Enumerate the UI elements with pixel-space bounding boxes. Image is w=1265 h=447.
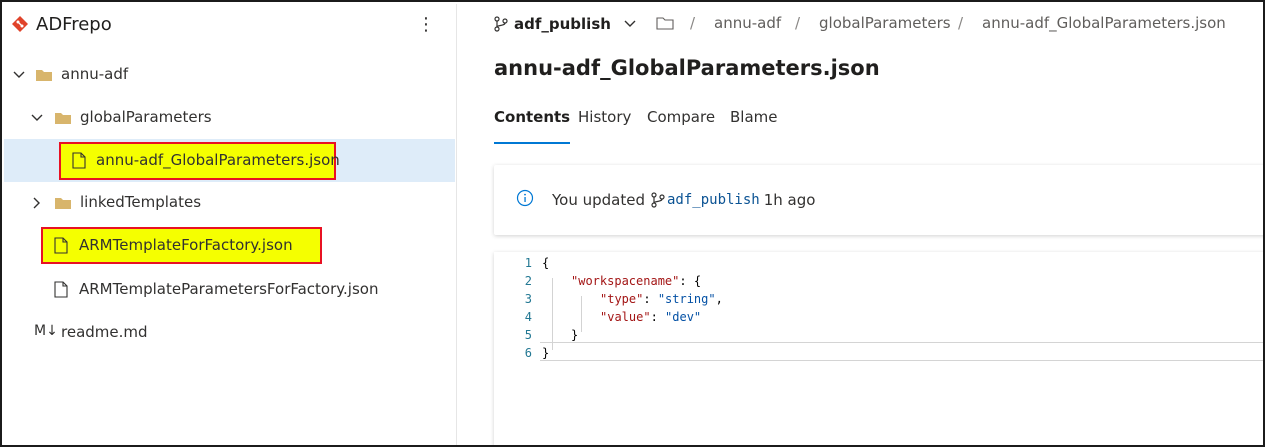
code-line: 1 { bbox=[494, 254, 1263, 272]
tree-item-armtemplateforfactory[interactable]: ARMTemplateForFactory.json bbox=[4, 225, 455, 268]
git-repo-icon bbox=[12, 16, 28, 32]
chevron-down-icon bbox=[624, 20, 636, 27]
json-key: "workspacename" bbox=[571, 274, 680, 288]
json-key: "value" bbox=[600, 310, 651, 324]
code-token: } bbox=[542, 346, 550, 360]
tree-item-linkedtemplates[interactable]: linkedTemplates bbox=[4, 183, 455, 223]
json-value: "dev" bbox=[665, 310, 702, 324]
file-icon bbox=[72, 152, 86, 169]
code-line: 4 "value": "dev" bbox=[494, 308, 1263, 326]
line-number: 1 bbox=[524, 256, 532, 270]
code-token: : bbox=[650, 310, 666, 324]
commit-message: You updated adf_publish 1h ago bbox=[552, 191, 815, 209]
json-key: "type" bbox=[600, 292, 644, 306]
commit-prefix: You updated bbox=[552, 191, 645, 209]
folder-icon bbox=[55, 198, 71, 209]
tab-history[interactable]: History bbox=[578, 108, 631, 144]
tree-item-globalparameters[interactable]: globalParameters bbox=[4, 98, 455, 138]
breadcrumb-item[interactable]: annu-adf_GlobalParameters.json bbox=[982, 14, 1226, 32]
code-line: 2 "workspacename": { bbox=[494, 272, 1263, 290]
code-line: 6 } bbox=[494, 344, 1263, 362]
tree-item-label: annu-adf_GlobalParameters.json bbox=[96, 151, 340, 169]
tree-item-annu-adf[interactable]: annu-adf bbox=[4, 55, 455, 95]
code-token: { bbox=[542, 256, 550, 270]
breadcrumb-item[interactable]: annu-adf bbox=[714, 14, 781, 32]
code-line: 5 } bbox=[494, 326, 1263, 344]
code-token: : bbox=[643, 292, 658, 306]
more-options-icon[interactable]: ⋮ bbox=[416, 13, 436, 37]
line-number: 3 bbox=[524, 292, 532, 306]
code-editor[interactable]: 1 { 2 "workspacename": { 3 "type": "stri… bbox=[494, 252, 1263, 445]
info-icon bbox=[516, 189, 534, 207]
file-explorer-sidebar: ADFrepo ⋮ annu-adf globalParameters annu… bbox=[4, 4, 457, 445]
code-text: "workspacename": { bbox=[571, 272, 701, 290]
line-number: 4 bbox=[524, 310, 532, 324]
breadcrumb-item[interactable]: globalParameters bbox=[819, 14, 951, 32]
code-text: "type": "string", bbox=[600, 290, 723, 308]
folder-icon bbox=[55, 113, 71, 124]
tab-compare[interactable]: Compare bbox=[647, 108, 715, 144]
tree-item-label: linkedTemplates bbox=[80, 193, 202, 211]
markdown-icon: M↓ bbox=[34, 323, 58, 339]
repo-header[interactable]: ADFrepo ⋮ bbox=[4, 4, 457, 48]
folder-outline-icon[interactable] bbox=[656, 15, 674, 31]
chevron-right-icon[interactable] bbox=[30, 196, 44, 210]
code-text: } bbox=[542, 344, 549, 362]
file-icon bbox=[54, 281, 68, 298]
code-line: 3 "type": "string", bbox=[494, 290, 1263, 308]
chevron-down-icon[interactable] bbox=[12, 68, 26, 82]
line-number: 2 bbox=[524, 274, 532, 288]
code-token: , bbox=[715, 292, 723, 306]
tree-item-label: annu-adf bbox=[61, 65, 129, 83]
tree-item-label: ARMTemplateForFactory.json bbox=[79, 236, 293, 254]
file-icon bbox=[54, 237, 68, 254]
breadcrumb-separator: / bbox=[958, 14, 964, 32]
branch-icon bbox=[651, 192, 665, 208]
file-view: adf_publish / annu-adf / globalParameter… bbox=[458, 4, 1263, 445]
repo-name: ADFrepo bbox=[36, 14, 112, 35]
tree-item-readme[interactable]: M↓ readme.md bbox=[4, 312, 455, 352]
code-text: { bbox=[542, 254, 549, 272]
line-number: 6 bbox=[524, 346, 532, 360]
file-title: annu-adf_GlobalParameters.json bbox=[494, 56, 880, 80]
breadcrumb-separator: / bbox=[690, 14, 696, 32]
code-token: : { bbox=[679, 274, 702, 288]
tree-item-global-parameters-json[interactable]: annu-adf_GlobalParameters.json bbox=[4, 139, 455, 182]
tree-item-label: ARMTemplateParametersForFactory.json bbox=[79, 280, 379, 298]
code-text: } bbox=[571, 326, 578, 344]
folder-icon bbox=[36, 70, 52, 81]
tab-blame[interactable]: Blame bbox=[730, 108, 778, 144]
last-commit-banner: You updated adf_publish 1h ago bbox=[494, 165, 1263, 235]
code-text: "value": "dev" bbox=[600, 308, 701, 326]
branch-icon bbox=[494, 16, 508, 32]
tree-item-label: readme.md bbox=[61, 323, 148, 341]
commit-time: 1h ago bbox=[763, 191, 816, 209]
tree-item-armtemplateparametersforfactory[interactable]: ARMTemplateParametersForFactory.json bbox=[4, 269, 455, 309]
branch-selector[interactable]: adf_publish bbox=[494, 12, 637, 36]
tab-contents[interactable]: Contents bbox=[494, 108, 571, 144]
json-value: "string" bbox=[657, 292, 716, 306]
branch-name: adf_publish bbox=[514, 15, 611, 33]
chevron-down-icon[interactable] bbox=[30, 111, 44, 125]
tree-item-label: globalParameters bbox=[80, 108, 212, 126]
code-token: } bbox=[571, 328, 579, 342]
commit-branch-link[interactable]: adf_publish bbox=[667, 192, 760, 208]
window-frame: ADFrepo ⋮ annu-adf globalParameters annu… bbox=[0, 0, 1265, 447]
breadcrumb-separator: / bbox=[795, 14, 801, 32]
line-number: 5 bbox=[524, 328, 532, 342]
